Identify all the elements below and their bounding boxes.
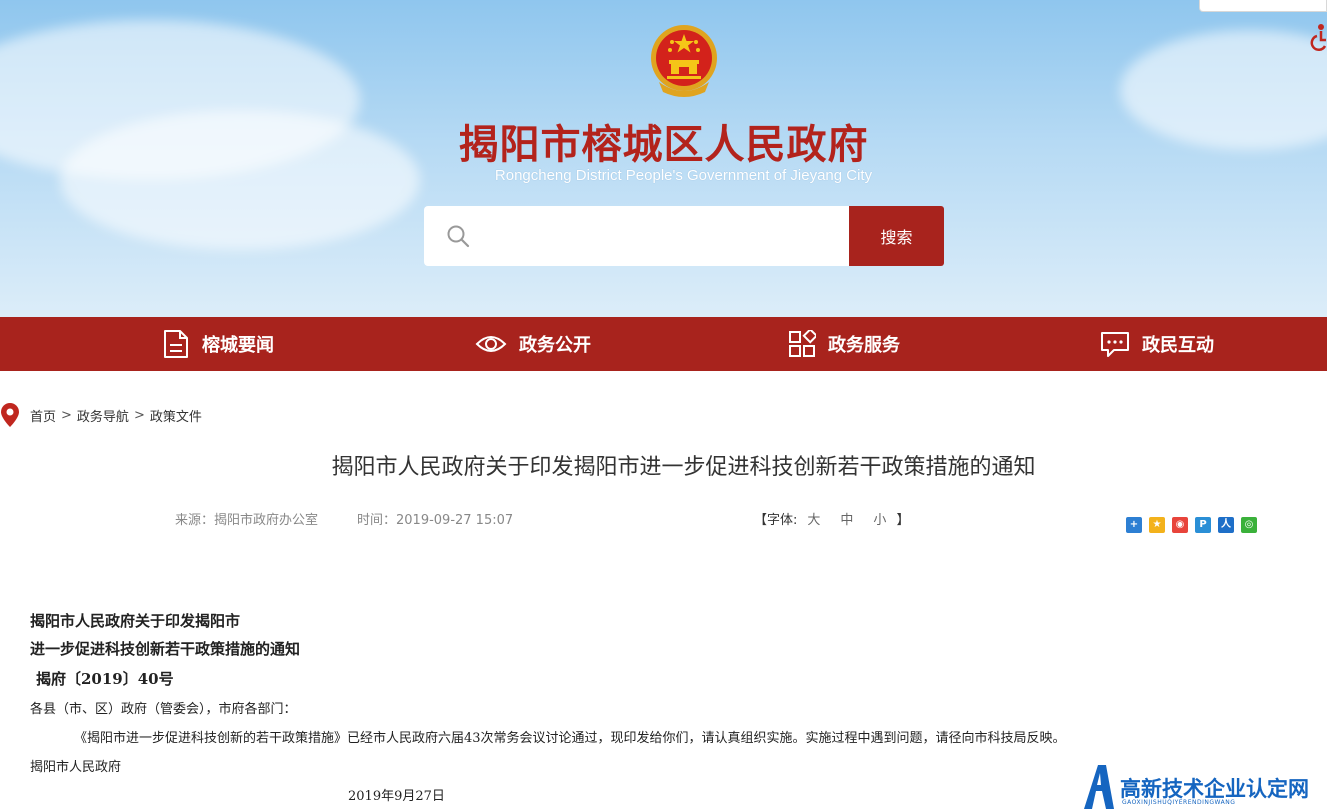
- watermark-subtitle: GAOXINJISHUQIYERENDINGWANG: [1122, 799, 1236, 806]
- article-title: 揭阳市人民政府关于印发揭阳市进一步促进科技创新若干政策措施的通知: [331, 455, 1036, 480]
- doc-signature: 揭阳市人民政府: [30, 760, 122, 775]
- plus-share-icon[interactable]: +: [1126, 517, 1142, 533]
- site-header: 揭阳市榕城区人民政府 Rongcheng District People's G…: [0, 0, 1327, 317]
- location-pin-icon: [1, 403, 19, 427]
- top-right-tab[interactable]: [1199, 0, 1327, 12]
- breadcrumb-gov-nav[interactable]: 政务导航: [77, 406, 129, 425]
- breadcrumb-separator: >: [61, 407, 72, 423]
- breadcrumb-separator: >: [133, 407, 145, 423]
- nav-item-open-gov[interactable]: 政务公开: [475, 317, 591, 371]
- search-input[interactable]: [486, 216, 836, 256]
- doc-recipients: 各县（市、区）政府（管委会），市府各部门：: [30, 702, 297, 717]
- nav-item-label: 榕城要闻: [202, 335, 274, 356]
- font-size-label: 【字体:: [754, 513, 798, 528]
- eye-icon: [475, 336, 507, 352]
- nav-item-news[interactable]: 榕城要闻: [162, 317, 274, 371]
- renren-icon[interactable]: 人: [1218, 517, 1234, 533]
- site-title: 揭阳市榕城区人民政府: [458, 121, 869, 168]
- site-subtitle: Rongcheng District People's Government o…: [494, 167, 873, 184]
- breadcrumb-home[interactable]: 首页: [30, 406, 56, 425]
- font-size-large[interactable]: 大: [807, 509, 820, 528]
- weibo-icon[interactable]: ◉: [1172, 517, 1188, 533]
- document-icon: [164, 330, 188, 358]
- article-time: 时间：2019-09-27 15:07: [357, 513, 514, 528]
- article-source: 来源：揭阳市政府办公室: [175, 513, 319, 528]
- breadcrumb-policy-docs[interactable]: 政策文件: [150, 406, 202, 425]
- search-box: [424, 206, 850, 266]
- watermark-logo-icon: [1084, 765, 1114, 809]
- font-size-medium[interactable]: 中: [840, 509, 853, 528]
- share-bar: + ★ ◉ P 人 ◎: [1126, 517, 1257, 533]
- qzone-icon[interactable]: ★: [1149, 517, 1165, 533]
- pengyou-icon[interactable]: P: [1195, 517, 1211, 533]
- main-nav: 榕城要闻 政务公开 政务服务 政民互动: [0, 317, 1327, 371]
- doc-body: 《揭阳市进一步促进科技创新的若干政策措施》已经市人民政府六届43次常务会议讨论通…: [74, 731, 1066, 746]
- doc-heading-line1: 揭阳市人民政府关于印发揭阳市: [30, 612, 241, 630]
- nav-item-label: 政民互动: [1142, 335, 1214, 356]
- grid-icon: [789, 330, 816, 357]
- doc-heading-line2: 进一步促进科技创新若干政策措施的通知: [30, 640, 301, 658]
- watermark: 高新技术企业认定网 GAOXINJISHUQIYERENDINGWANG: [1082, 761, 1327, 811]
- nav-item-label: 政务公开: [519, 335, 591, 356]
- font-size-close: 】: [896, 513, 910, 528]
- chat-icon: [1101, 332, 1129, 357]
- font-size-control: 【字体: 大 中 小 】: [754, 509, 909, 528]
- nav-item-interaction[interactable]: 政民互动: [1100, 317, 1214, 371]
- search-icon: [447, 225, 470, 248]
- national-emblem-icon: [651, 25, 717, 97]
- doc-date: 2019年9月27日: [348, 789, 445, 804]
- wechat-icon[interactable]: ◎: [1241, 517, 1257, 533]
- font-size-small[interactable]: 小: [873, 509, 886, 528]
- breadcrumb: 首页 > 政务导航 > 政策文件: [0, 400, 202, 430]
- nav-item-label: 政务服务: [828, 335, 900, 356]
- search-button[interactable]: 搜索: [849, 206, 944, 266]
- accessibility-icon[interactable]: [1309, 22, 1327, 52]
- doc-number: 揭府〔2019〕40号: [36, 670, 174, 688]
- nav-item-services[interactable]: 政务服务: [788, 317, 900, 371]
